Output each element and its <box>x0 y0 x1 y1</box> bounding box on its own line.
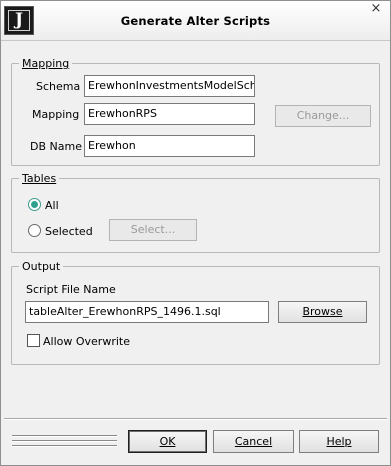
all-radio[interactable] <box>28 198 41 211</box>
allow-overwrite-label[interactable]: Allow Overwrite <box>43 335 130 348</box>
ok-button-label: OK <box>159 435 176 448</box>
all-radio-label[interactable]: All <box>45 199 59 212</box>
script-file-field[interactable]: tableAlter_ErewhonRPS_1496.1.sql <box>25 301 269 323</box>
schema-field[interactable]: ErewhonInvestmentsModelSchema <box>84 75 255 97</box>
browse-button[interactable]: Browse <box>278 301 367 323</box>
dbname-field[interactable]: Erewhon <box>84 135 255 157</box>
tables-group-title: Tables <box>19 172 59 185</box>
title-bar[interactable]: J Generate Alter Scripts × <box>1 1 390 41</box>
footer-separator <box>4 418 387 420</box>
script-file-label: Script File Name <box>26 283 116 296</box>
ok-button[interactable]: OK <box>128 430 207 453</box>
resize-grip <box>12 435 117 449</box>
mapping-group-title: Mapping <box>19 57 72 70</box>
mapping-field[interactable]: ErewhonRPS <box>84 103 255 125</box>
mapping-legend-text: Mapping <box>22 57 70 70</box>
change-mapping-button[interactable]: Change... <box>275 105 371 127</box>
selected-radio[interactable] <box>28 224 41 237</box>
output-group-title: Output <box>19 260 63 273</box>
close-icon[interactable]: × <box>369 2 383 16</box>
allow-overwrite-checkbox[interactable] <box>27 334 40 347</box>
dbname-label: DB Name <box>30 140 82 153</box>
help-button[interactable]: Help <box>299 430 379 453</box>
help-button-label: Help <box>326 435 352 448</box>
select-tables-button[interactable]: Select... <box>109 219 197 241</box>
cancel-button[interactable]: Cancel <box>213 430 294 453</box>
generate-alter-scripts-dialog: J Generate Alter Scripts × Mapping Schem… <box>0 0 391 466</box>
mapping-label: Mapping <box>32 108 80 121</box>
window-title: Generate Alter Scripts <box>120 14 271 28</box>
output-legend-text: Output <box>22 260 61 273</box>
browse-button-label: Browse <box>302 305 343 318</box>
selected-radio-label[interactable]: Selected <box>45 225 93 238</box>
cancel-button-label: Cancel <box>234 435 273 448</box>
all-radio-dot <box>31 201 38 208</box>
tables-legend-text: Tables <box>22 172 57 185</box>
schema-label: Schema <box>36 80 81 93</box>
